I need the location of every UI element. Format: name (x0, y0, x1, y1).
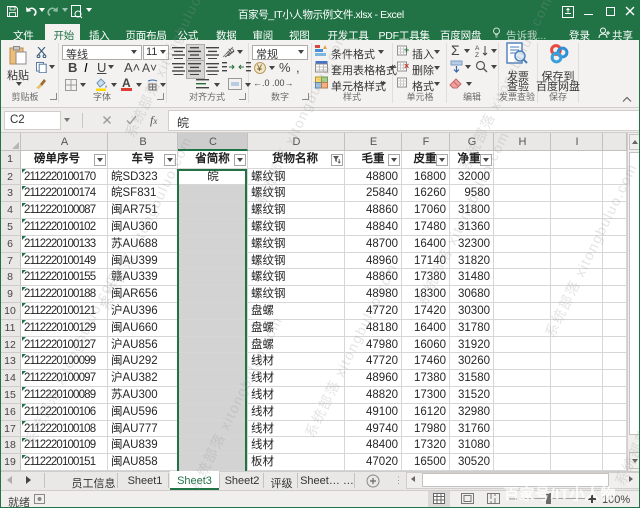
svg-text:Z: Z (475, 52, 479, 57)
svg-text:×: × (404, 61, 409, 71)
svg-text:¥: ¥ (256, 63, 263, 73)
svg-text:+: + (404, 45, 409, 55)
svg-text:A: A (475, 45, 480, 52)
